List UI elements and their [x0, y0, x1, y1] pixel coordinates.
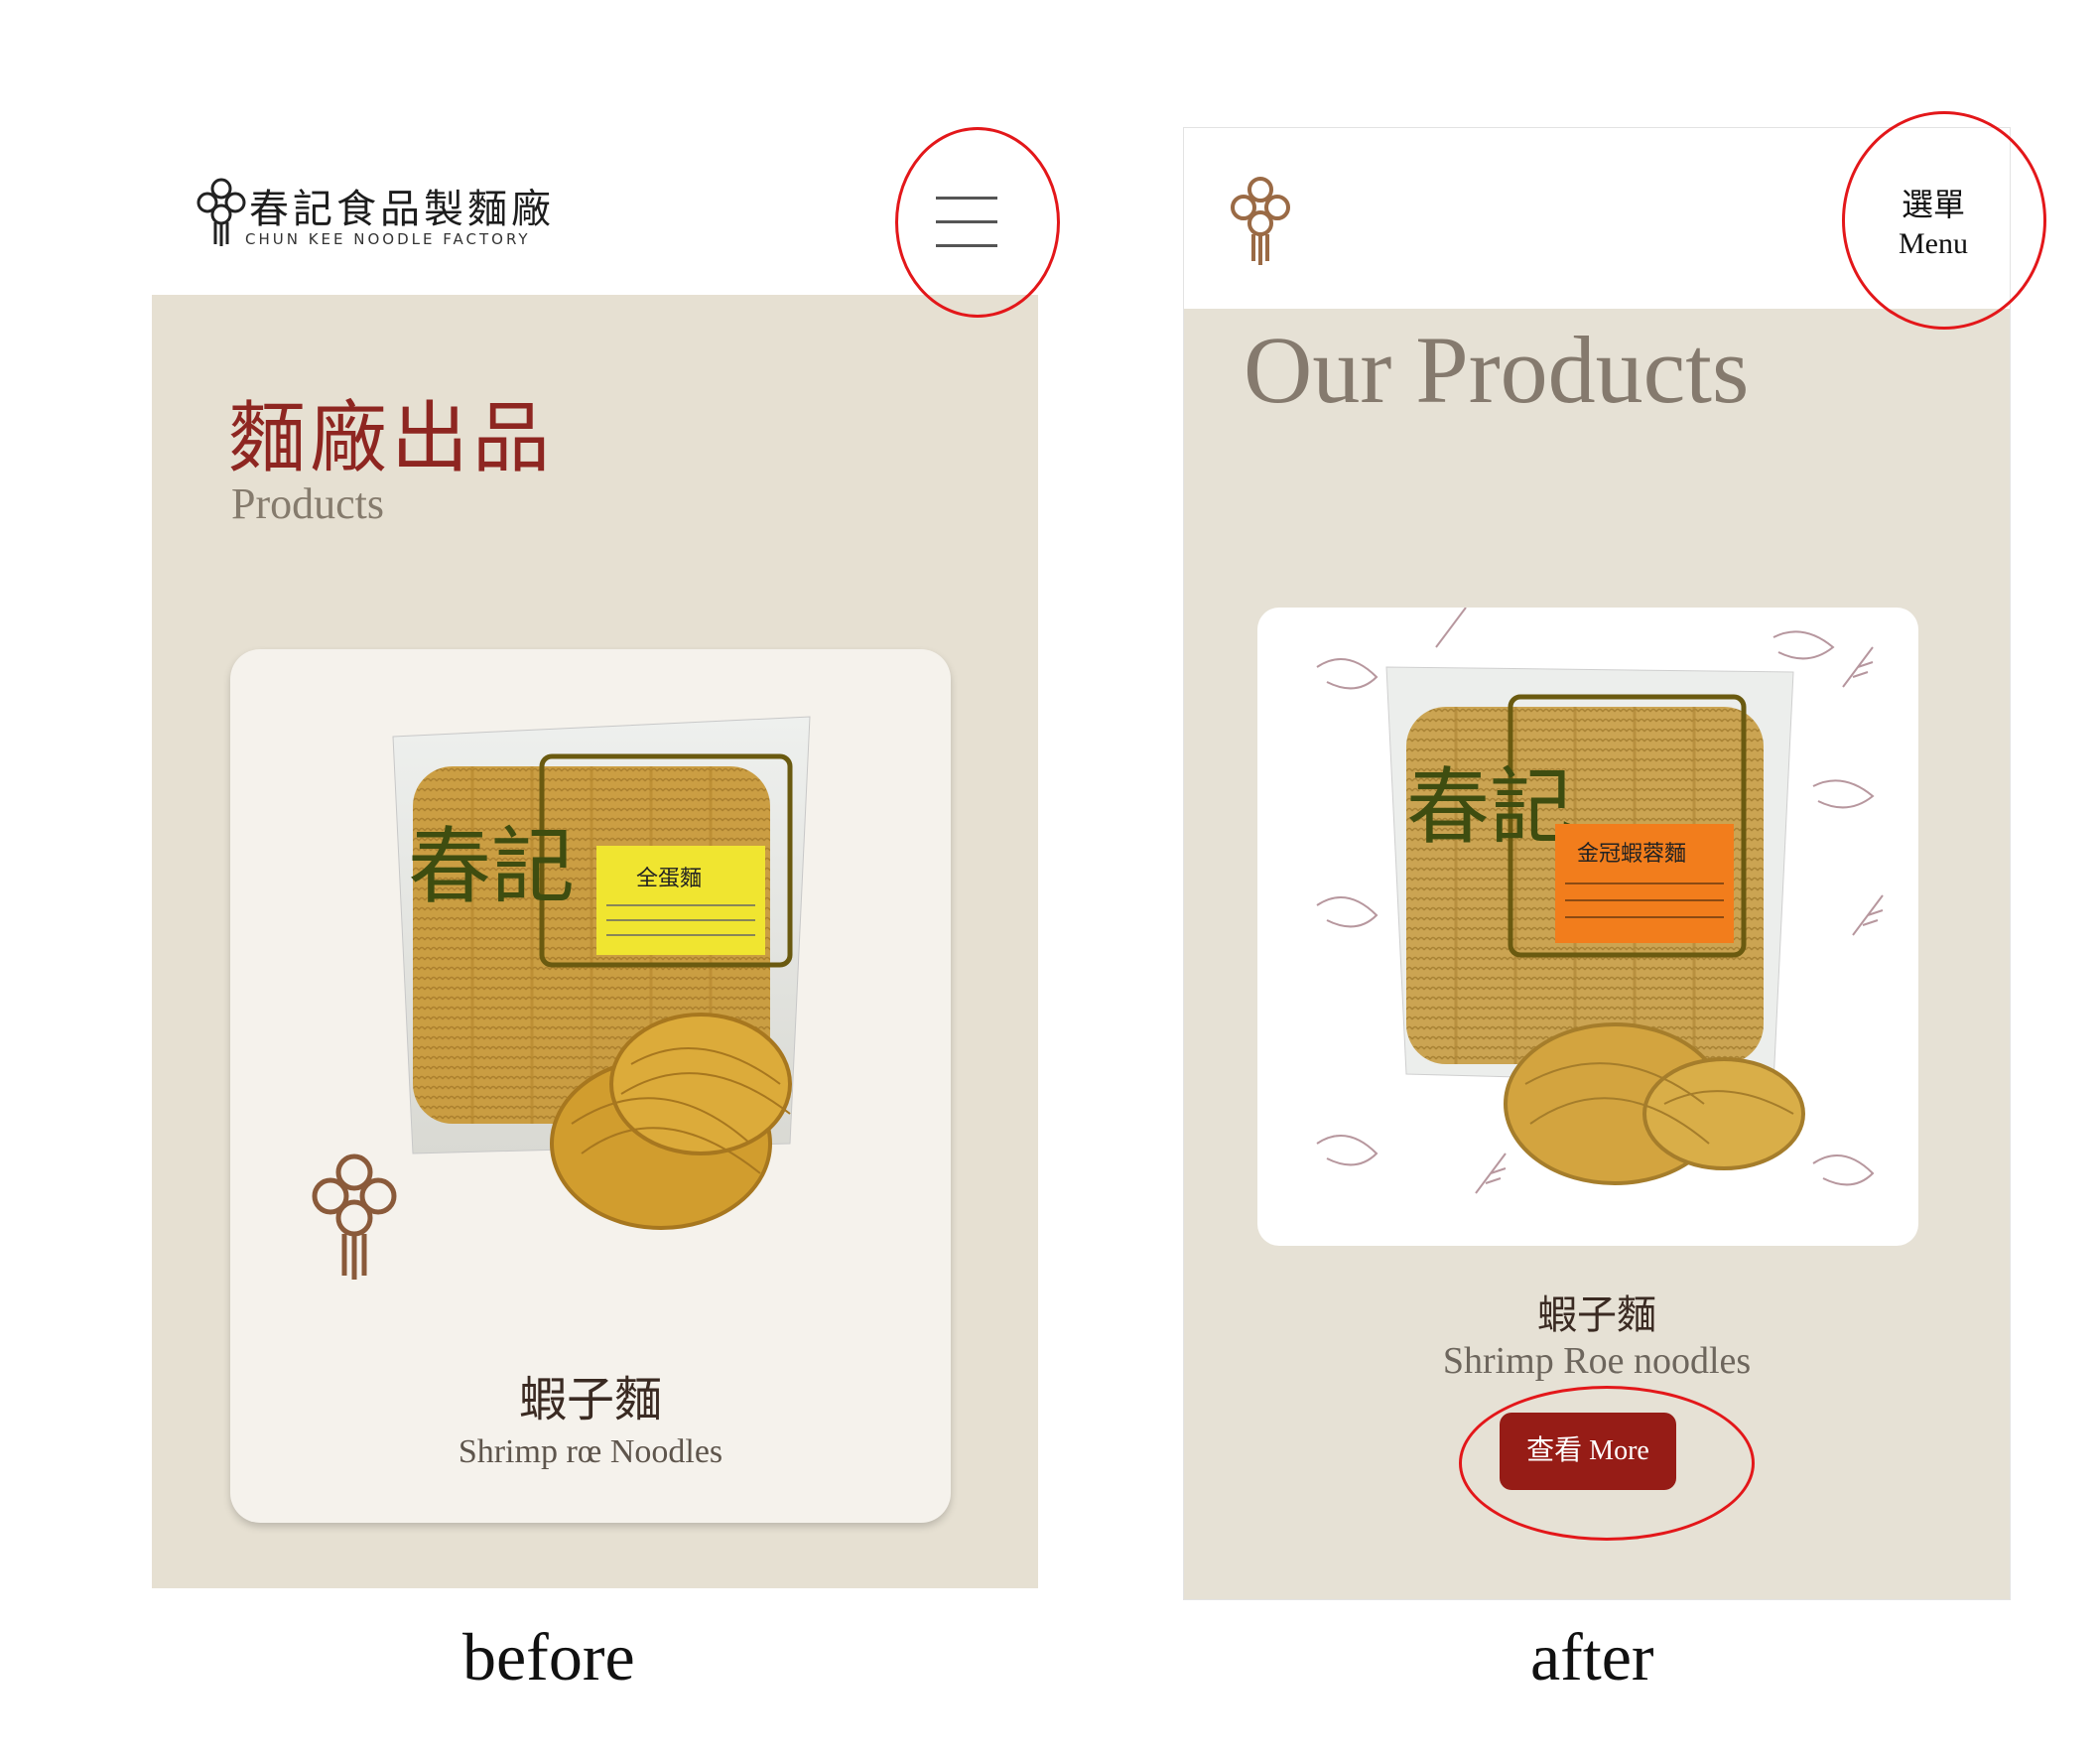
product-name-chinese: 蝦子麵: [518, 1372, 662, 1427]
package-label-text: 全蛋麵: [636, 867, 702, 891]
annotation-circle: [1842, 111, 2046, 330]
package-brand-text: 春記: [1406, 758, 1573, 856]
phone-frame: 選單 Menu Our Products 春記 金冠蝦蓉麵 蝦子麵 Shrimp…: [1183, 127, 2011, 1600]
package-brand-text: 春記: [408, 818, 575, 915]
annotation-circle: [895, 127, 1060, 318]
noodle-package-image: 春記 全蛋麵: [392, 716, 811, 1230]
product-name-english: Shrimp rœ Noodles: [458, 1433, 723, 1470]
noodle-package-image: 春記 金冠蝦蓉麵: [1316, 608, 1884, 1194]
knot-logo-icon[interactable]: [1226, 174, 1295, 265]
product-card[interactable]: 春記 全蛋麵 蝦子麵 Shrimp rœ Noodles: [230, 649, 951, 1523]
section-title-english: Products: [231, 479, 384, 528]
logo-english-name: CHUN KEE NOODLE FACTORY: [245, 230, 531, 248]
product-name-english: Shrimp Roe noodles: [1442, 1340, 1752, 1382]
section-title-chinese: 麵廠出品: [228, 394, 555, 483]
product-card[interactable]: 春記 金冠蝦蓉麵: [1257, 608, 1918, 1246]
before-caption: before: [462, 1619, 635, 1695]
annotation-circle: [1459, 1386, 1755, 1541]
products-section: 麵廠出品 Products 春記 全蛋麵 蝦子麵 Shrimp rœ Noodl…: [152, 295, 1038, 1588]
after-caption: after: [1530, 1619, 1654, 1695]
section-title: Our Products: [1244, 317, 1750, 423]
knot-watermark-icon: [312, 1153, 397, 1280]
logo-chinese-name: 春記食品製麵廠: [249, 187, 555, 232]
knot-logo-icon: [197, 178, 246, 246]
product-name-chinese: 蝦子麵: [1537, 1292, 1656, 1338]
package-label-text: 金冠蝦蓉麵: [1577, 842, 1686, 867]
